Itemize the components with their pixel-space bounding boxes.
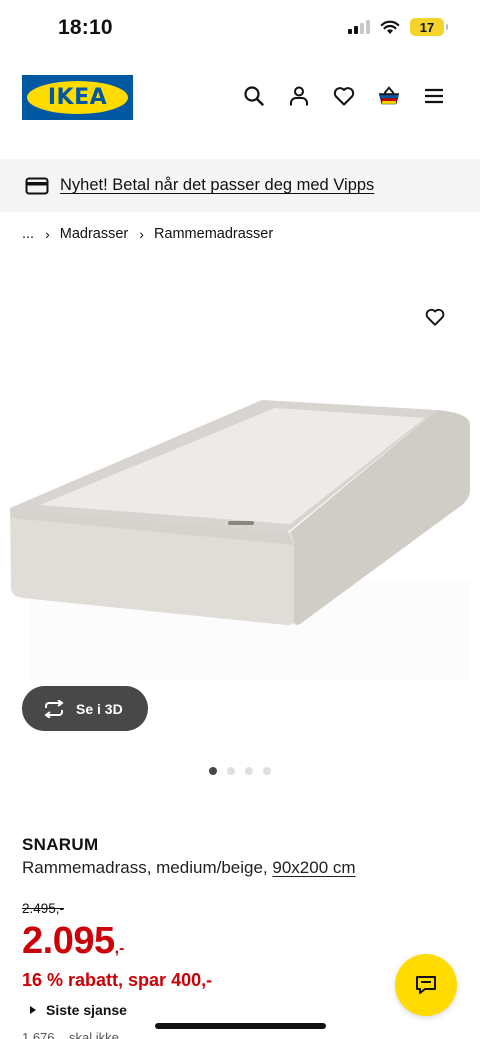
basket-icon[interactable]	[377, 84, 401, 108]
rotate-3d-icon	[44, 699, 64, 718]
chat-icon	[416, 976, 436, 994]
breadcrumb-ellipsis[interactable]: ...	[22, 226, 34, 242]
caret-right-icon	[30, 1006, 36, 1014]
card-icon	[25, 177, 49, 194]
product-name: SNARUM	[22, 835, 99, 854]
gallery-dots	[209, 767, 271, 775]
product-description: Rammemadrass, medium/beige, 90x200 cm	[22, 858, 356, 878]
mattress-illustration	[10, 400, 470, 680]
last-chance-label: Siste sjanse	[46, 1002, 127, 1018]
logo-text: IKEA	[47, 85, 108, 110]
gallery-dot[interactable]	[263, 767, 271, 775]
profile-icon[interactable]	[287, 84, 311, 108]
chevron-right-icon: ›	[45, 226, 50, 242]
current-price: 2.095 ,-	[22, 920, 124, 963]
battery-level: 17	[419, 19, 435, 35]
status-time: 18:10	[58, 16, 113, 39]
price-integer: 2.095	[22, 920, 115, 962]
wifi-icon	[380, 20, 400, 34]
search-icon[interactable]	[242, 84, 266, 108]
status-bar: 18:10 17	[0, 0, 480, 58]
signal-icon	[348, 20, 370, 34]
favorite-heart-icon[interactable]	[424, 306, 446, 328]
ikea-logo[interactable]: IKEA	[22, 75, 133, 120]
product-image[interactable]	[0, 300, 480, 690]
home-indicator[interactable]	[155, 1023, 326, 1029]
price-decimal: ,-	[114, 940, 125, 957]
promo-banner[interactable]: Nyhet! Betal når det passer deg med Vipp…	[0, 159, 480, 212]
partial-text: 1.676... skal ikke...	[22, 1030, 130, 1039]
chat-button[interactable]	[395, 954, 457, 1016]
gallery-dot[interactable]	[227, 767, 235, 775]
site-header: IKEA	[0, 74, 480, 122]
heart-icon[interactable]	[332, 84, 356, 108]
logo-oval: IKEA	[27, 81, 128, 114]
breadcrumb: ... › Madrasser › Rammemadrasser	[22, 226, 273, 242]
discount-text: 16 % rabatt, spar 400,-	[22, 970, 213, 990]
breadcrumb-item-madrasser[interactable]: Madrasser	[60, 226, 129, 242]
battery-icon: 17	[410, 18, 448, 36]
chevron-right-icon: ›	[139, 226, 144, 242]
view-3d-button[interactable]: Se i 3D	[22, 686, 148, 731]
gallery-dot[interactable]	[209, 767, 217, 775]
status-indicators: 17	[348, 18, 448, 36]
old-price: 2.495,-	[22, 901, 65, 916]
promo-link[interactable]: Nyhet! Betal når det passer deg med Vipp…	[60, 176, 374, 195]
view-3d-label: Se i 3D	[76, 700, 123, 717]
breadcrumb-item-rammemadrasser[interactable]: Rammemadrasser	[154, 226, 273, 242]
menu-icon[interactable]	[422, 84, 446, 108]
product-type: Rammemadrass, medium/beige,	[22, 858, 268, 877]
header-actions	[242, 84, 446, 108]
last-chance-toggle[interactable]: Siste sjanse	[30, 1002, 127, 1018]
gallery-dot[interactable]	[245, 767, 253, 775]
product-size-link[interactable]: 90x200 cm	[272, 858, 355, 877]
